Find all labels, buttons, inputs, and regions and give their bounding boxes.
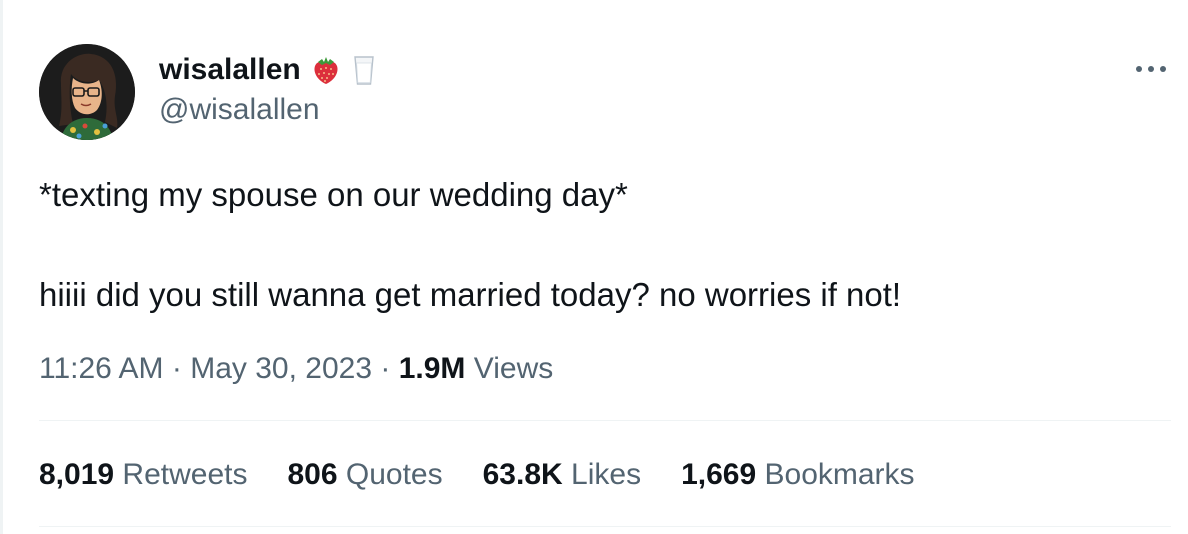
views-count: 1.9M <box>398 352 466 385</box>
likes-stat[interactable]: 63.8K Likes <box>483 456 641 494</box>
engagement-stats: 8,019 Retweets 806 Quotes 63.8K Likes 1,… <box>39 456 915 494</box>
strawberry-icon <box>314 57 338 84</box>
tweet-meta: 11:26 AM · May 30, 2023 · 1.9M Views <box>39 350 553 388</box>
retweets-count: 8,019 <box>39 458 115 491</box>
bookmarks-count: 1,669 <box>681 458 757 491</box>
milk-glass-icon <box>353 56 374 85</box>
retweets-label: Retweets <box>122 458 248 491</box>
divider-bottom <box>39 526 1171 527</box>
quotes-stat[interactable]: 806 Quotes <box>287 456 442 494</box>
author-name-row: wisalallen <box>159 52 377 88</box>
display-name[interactable]: wisalallen <box>159 52 301 88</box>
tweet-text-line-1: *texting my spouse on our wedding day* <box>39 176 628 213</box>
views-label: Views <box>473 352 554 385</box>
meta-separator: · <box>171 352 182 385</box>
bookmarks-stat[interactable]: 1,669 Bookmarks <box>681 456 914 494</box>
tweet-date[interactable]: May 30, 2023 <box>190 352 372 385</box>
divider-top <box>39 420 1171 421</box>
tweet-time[interactable]: 11:26 AM <box>39 352 164 385</box>
tweet-card: wisalallen @wisalallen *texting my spous… <box>0 0 1188 534</box>
bookmarks-label: Bookmarks <box>764 458 915 491</box>
avatar-illustration <box>39 44 135 140</box>
tweet-text-line-2: hiiii did you still wanna get married to… <box>39 276 902 313</box>
likes-count: 63.8K <box>482 458 563 491</box>
quotes-count: 806 <box>287 458 338 491</box>
meta-separator: · <box>380 352 391 385</box>
more-dots-icon <box>1136 66 1166 72</box>
avatar[interactable] <box>39 44 135 140</box>
retweets-stat[interactable]: 8,019 Retweets <box>39 456 247 494</box>
more-options-button[interactable] <box>1131 54 1171 84</box>
author-handle[interactable]: @wisalallen <box>159 92 320 128</box>
tweet-body: *texting my spouse on our wedding day* h… <box>39 174 1159 313</box>
likes-label: Likes <box>571 458 642 491</box>
quotes-label: Quotes <box>345 458 443 491</box>
